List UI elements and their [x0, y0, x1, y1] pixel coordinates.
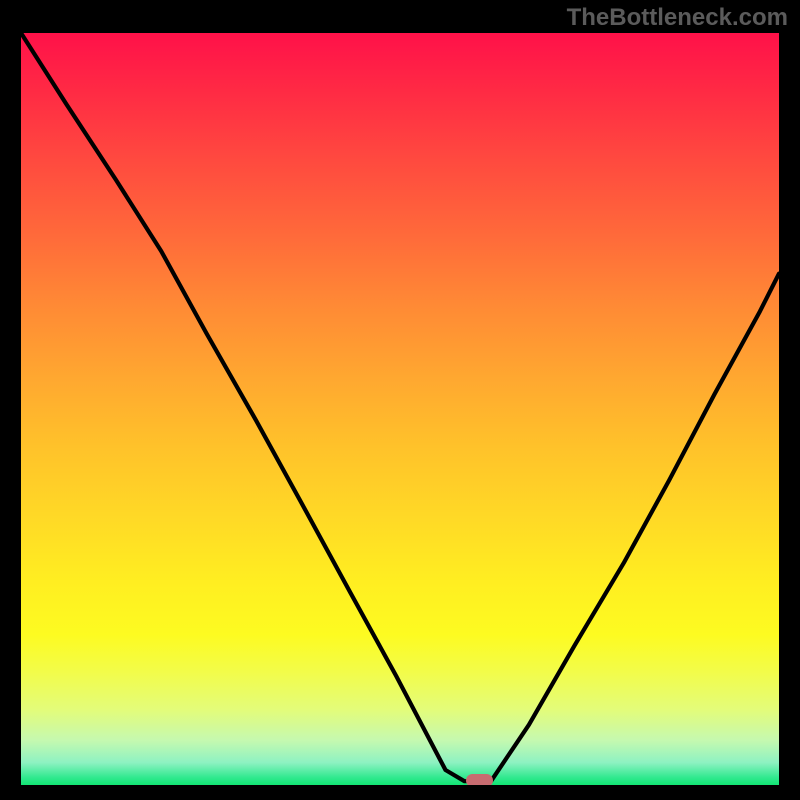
minimum-marker	[466, 774, 493, 785]
watermark-text: TheBottleneck.com	[567, 4, 788, 32]
bottleneck-curve	[21, 33, 779, 785]
plot-area	[21, 33, 779, 785]
